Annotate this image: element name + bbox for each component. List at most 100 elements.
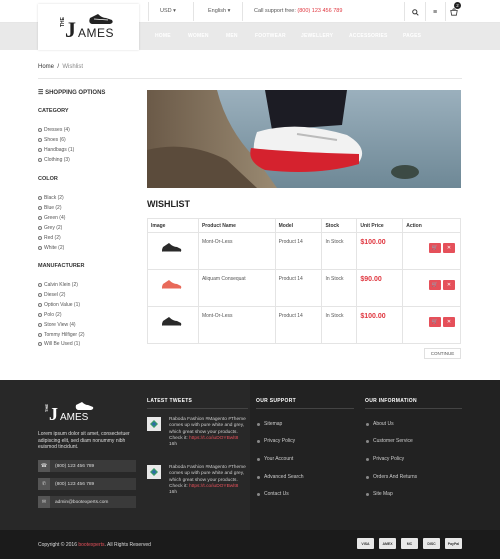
footer-link-advanced-search[interactable]: Advanced Search	[257, 474, 303, 480]
footer-link-sitemap[interactable]: Sitemap	[257, 421, 282, 427]
copyright-link[interactable]: bootexperts	[78, 542, 104, 548]
divider	[148, 2, 149, 21]
product-price: $90.00	[360, 276, 382, 283]
filter-option[interactable]: Tommy Hilfiger (2)	[38, 332, 85, 338]
footer-email[interactable]: ✉ admin@bootexperts.com	[38, 496, 136, 508]
filter-option[interactable]: Clothing (3)	[38, 157, 70, 163]
filter-option[interactable]: White (2)	[38, 245, 64, 251]
nav-jewellery[interactable]: JEWELLERY	[301, 33, 333, 39]
nav-women[interactable]: WOMEN	[188, 33, 209, 39]
product-price: $100.00	[360, 239, 386, 246]
divider	[38, 78, 462, 79]
column-header: Unit Price	[356, 218, 404, 233]
filter-option[interactable]: Store View (4)	[38, 322, 76, 328]
product-name[interactable]: Aliquam Consequat	[197, 269, 276, 307]
divider	[256, 408, 354, 409]
footer-link-privacy[interactable]: Privacy Policy	[257, 438, 295, 444]
remove-icon[interactable]: ✕	[443, 243, 455, 253]
product-image[interactable]	[147, 269, 199, 307]
filter-option[interactable]: Handbags (1)	[38, 147, 74, 153]
logo-letter: J	[65, 17, 76, 42]
tweet-link[interactable]: https://t.co/iuDOYBwlt8	[189, 484, 238, 489]
nav-pages[interactable]: PAGES	[403, 33, 421, 39]
copyright: Copyright © 2016 bootexperts. All Rights…	[38, 542, 151, 548]
menu-icon[interactable]: ≡	[426, 4, 444, 20]
phone-icon: ☎	[38, 460, 50, 472]
footer-phone: ☎ (800) 123 456 789	[38, 460, 136, 472]
tweet-link[interactable]: https://t.co/iuDOYBwlt8	[189, 436, 238, 441]
add-to-cart-icon[interactable]: 🛒	[429, 243, 441, 253]
table-header-row: Image Product Name Model Stock Unit Pric…	[147, 218, 461, 233]
footer-link-privacy-policy[interactable]: Privacy Policy	[366, 456, 404, 462]
paypal-icon: PayPal	[445, 538, 462, 549]
column-header: Model	[274, 218, 323, 233]
breadcrumb-current: Wishlist	[62, 64, 84, 70]
nav-footwear[interactable]: FOOTWEAR	[255, 33, 286, 39]
filter-option[interactable]: Diesel (2)	[38, 292, 65, 298]
product-model: Product 14	[274, 232, 323, 270]
nav-home[interactable]: HOME	[155, 33, 171, 39]
product-image[interactable]	[147, 232, 199, 270]
filter-option[interactable]: Black (2)	[38, 195, 64, 201]
wishlist-title: WISHLIST	[147, 199, 190, 209]
divider	[365, 408, 462, 409]
tweet: Raboda Fashion #Magento #Theme comes up …	[169, 417, 246, 448]
our-information-heading: OUR INFORMATION	[365, 398, 417, 404]
add-to-cart-icon[interactable]: 🛒	[429, 317, 441, 327]
mail-icon: ✉	[38, 496, 50, 508]
product-stock: In Stock	[321, 306, 358, 344]
footer-link-about[interactable]: About Us	[366, 421, 394, 427]
shopping-options-title: ☰ SHOPPING OPTIONS	[38, 90, 106, 96]
footer-link-account[interactable]: Your Account	[257, 456, 293, 462]
filter-option[interactable]: Calvin Klein (2)	[38, 282, 78, 288]
language-select[interactable]: English ▾	[208, 8, 230, 14]
breadcrumb-home[interactable]: Home	[38, 64, 54, 70]
footer-logo[interactable]: THE J AMES	[38, 394, 108, 428]
manufacturer-heading: MANUFACTURER	[38, 263, 85, 269]
filter-option[interactable]: Shoes (6)	[38, 137, 66, 143]
filter-option[interactable]: Green (4)	[38, 215, 65, 221]
remove-icon[interactable]: ✕	[443, 280, 455, 290]
product-image[interactable]	[147, 306, 199, 344]
product-name[interactable]: Mont-Or-Less	[197, 306, 276, 344]
logo[interactable]: THE J AMES	[38, 4, 139, 50]
filter-option[interactable]: Grey (2)	[38, 225, 62, 231]
mastercard-icon: MC	[401, 538, 418, 549]
footer-link-site-map[interactable]: Site Map	[366, 491, 393, 497]
table-row: Mont-Or-Less Product 14 In Stock $100.00…	[147, 306, 461, 344]
product-name[interactable]: Mont-Or-Less	[197, 232, 276, 270]
discover-icon: DISC	[423, 538, 440, 549]
filter-option[interactable]: Option Value (1)	[38, 302, 80, 308]
column-header: Image	[147, 218, 199, 233]
tweet-avatar-icon	[147, 465, 161, 479]
currency-select[interactable]: USD ▾	[160, 8, 176, 14]
table-row: Mont-Or-Less Product 14 In Stock $100.00…	[147, 232, 461, 270]
filter-option[interactable]: Dresses (4)	[38, 127, 70, 133]
product-price: $100.00	[360, 313, 386, 320]
filter-option[interactable]: Blue (2)	[38, 205, 62, 211]
support-text: Call support free: (800) 123 456 789	[254, 8, 343, 14]
continue-button[interactable]: CONTINUE	[424, 348, 461, 359]
shoe-icon	[89, 14, 113, 24]
column-header: Stock	[321, 218, 358, 233]
filter-option[interactable]: Polo (2)	[38, 312, 62, 318]
filter-option[interactable]: Red (2)	[38, 235, 61, 241]
footer-link-contact[interactable]: Contact Us	[257, 491, 289, 497]
nav-accessories[interactable]: ACCESSORIES	[349, 33, 388, 39]
product-stock: In Stock	[321, 269, 358, 307]
product-stock: In Stock	[321, 232, 358, 270]
filter-option[interactable]: Will Be Used (1)	[38, 341, 80, 347]
divider	[193, 2, 194, 21]
footer-link-orders-returns[interactable]: Orders And Returns	[366, 474, 417, 480]
divider	[147, 408, 248, 409]
latest-tweets-heading: LATEST TWEETS	[147, 398, 193, 404]
breadcrumb: Home / Wishlist	[38, 64, 84, 70]
product-model: Product 14	[274, 269, 323, 307]
remove-icon[interactable]: ✕	[443, 317, 455, 327]
footer-link-customer-service[interactable]: Customer Service	[366, 438, 413, 444]
search-icon[interactable]	[406, 4, 424, 20]
add-to-cart-icon[interactable]: 🛒	[429, 280, 441, 290]
column-header: Product Name	[197, 218, 276, 233]
nav-men[interactable]: MEN	[226, 33, 238, 39]
footer-about-text: Lorem ipsum dolor sit amet, consectetuer…	[38, 431, 130, 450]
